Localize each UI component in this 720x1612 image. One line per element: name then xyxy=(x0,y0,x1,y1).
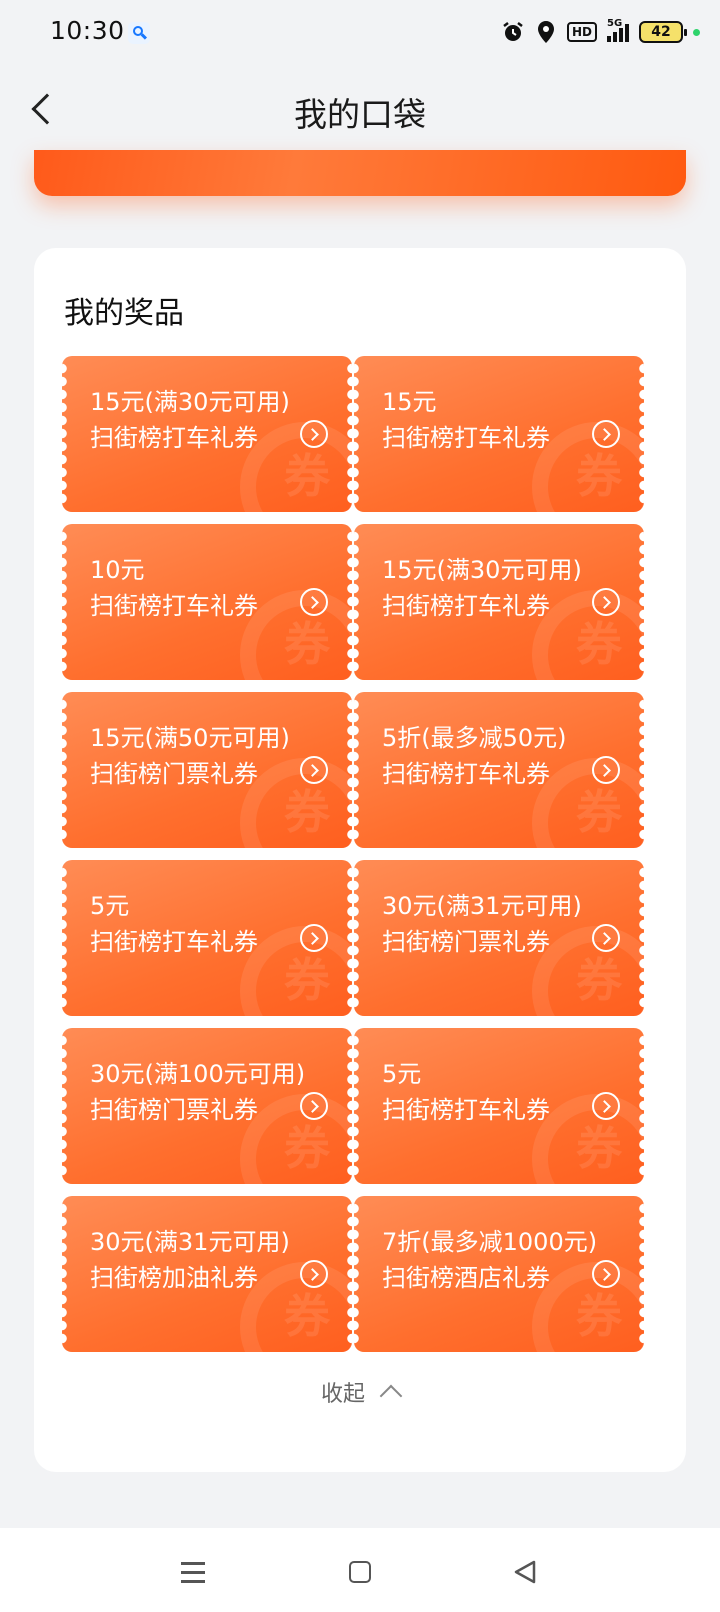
coupon-card[interactable]: 券 5元扫街榜打车礼券 xyxy=(62,860,352,1016)
arrow-right-circle-icon[interactable] xyxy=(300,924,328,952)
collapse-button[interactable]: 收起 xyxy=(34,1372,686,1412)
arrow-right-circle-icon[interactable] xyxy=(592,1092,620,1120)
coupon-name: 扫街榜打车礼券 xyxy=(382,424,550,452)
watermark-char: 券 xyxy=(284,449,330,503)
banner-card[interactable] xyxy=(34,150,686,196)
coupon-card[interactable]: 券 7折(最多减1000元) 扫街榜酒店礼券 xyxy=(354,1196,644,1352)
coupon-card[interactable]: 券 15元扫街榜打车礼券 xyxy=(354,356,644,512)
coupon-name: 扫街榜打车礼券 xyxy=(382,1096,550,1124)
arrow-right-circle-icon[interactable] xyxy=(300,756,328,784)
arrow-right-circle-icon[interactable] xyxy=(300,1260,328,1288)
coupon-name: 扫街榜酒店礼券 xyxy=(382,1264,550,1292)
back-triangle-icon[interactable] xyxy=(506,1552,546,1592)
coupon-name: 扫街榜打车礼券 xyxy=(90,592,258,620)
coupon-card[interactable]: 券 15元(满50元可用) 扫街榜门票礼券 xyxy=(62,692,352,848)
perforation xyxy=(62,698,67,842)
coupon-name: 扫街榜打车礼券 xyxy=(90,928,258,956)
coupon-card[interactable]: 券 5元扫街榜打车礼券 xyxy=(354,1028,644,1184)
menu-icon[interactable] xyxy=(174,1552,214,1592)
status-icons: HD 5G 42 xyxy=(501,16,700,48)
coupon-value: 5元 xyxy=(382,1060,422,1088)
perforation xyxy=(354,1202,359,1346)
coupon-value: 15元 xyxy=(382,388,437,416)
coupon-name: 扫街榜加油礼券 xyxy=(90,1264,258,1292)
coupon-value: 15元(满50元可用) xyxy=(90,724,290,752)
watermark-char: 券 xyxy=(576,1289,622,1343)
watermark-char: 券 xyxy=(576,617,622,671)
coupon-name: 扫街榜打车礼券 xyxy=(382,760,550,788)
coupon-value: 7折(最多减1000元) xyxy=(382,1228,598,1256)
perforation xyxy=(62,530,67,674)
collapse-label: 收起 xyxy=(320,1382,365,1407)
watermark-char: 券 xyxy=(576,953,622,1007)
watermark-char: 券 xyxy=(284,617,330,671)
coupon-card[interactable]: 券 30元(满31元可用) 扫街榜门票礼券 xyxy=(354,860,644,1016)
perforation xyxy=(354,698,359,842)
coupon-value: 15元(满30元可用) xyxy=(382,556,582,584)
coupon-card[interactable]: 券 10元扫街榜打车礼券 xyxy=(62,524,352,680)
perforation xyxy=(62,1202,67,1346)
alarm-icon xyxy=(501,20,525,44)
coupon-value: 15元(满30元可用) xyxy=(90,388,290,416)
indicator-dot xyxy=(693,28,700,36)
watermark-char: 券 xyxy=(576,785,622,839)
coupon-card[interactable]: 券 15元(满30元可用) 扫街榜打车礼券 xyxy=(354,524,644,680)
page-title: 我的口袋 xyxy=(294,95,426,134)
search-icon xyxy=(128,22,150,44)
arrow-right-circle-icon[interactable] xyxy=(300,420,328,448)
network-type: 5G xyxy=(607,18,623,29)
status-bar: 10:30 HD 5G 42 xyxy=(0,0,720,64)
arrow-right-circle-icon[interactable] xyxy=(592,420,620,448)
watermark-char: 券 xyxy=(284,1289,330,1343)
chevron-up-icon xyxy=(379,1384,403,1408)
watermark-char: 券 xyxy=(284,785,330,839)
perforation xyxy=(354,530,359,674)
perforation xyxy=(62,866,67,1010)
arrow-right-circle-icon[interactable] xyxy=(592,924,620,952)
coupon-value: 30元(满100元可用) xyxy=(90,1060,306,1088)
arrow-right-circle-icon[interactable] xyxy=(300,1092,328,1120)
coupon-name: 扫街榜门票礼券 xyxy=(90,1096,258,1124)
arrow-right-circle-icon[interactable] xyxy=(592,1260,620,1288)
perforation xyxy=(354,362,359,506)
coupon-value: 5元 xyxy=(90,892,130,920)
battery-icon: 42 xyxy=(639,21,687,43)
coupon-name: 扫街榜门票礼券 xyxy=(90,760,258,788)
hd-icon: HD xyxy=(566,22,597,42)
coupon-value: 5折(最多减50元) xyxy=(382,724,567,752)
location-icon xyxy=(535,20,557,44)
coupon-name: 扫街榜门票礼券 xyxy=(382,928,550,956)
home-icon[interactable] xyxy=(340,1552,380,1592)
perforation xyxy=(62,362,67,506)
watermark-char: 券 xyxy=(576,449,622,503)
coupon-card[interactable]: 券 5折(最多减50元) 扫街榜打车礼券 xyxy=(354,692,644,848)
coupon-card[interactable]: 券 30元(满100元可用) 扫街榜门票礼券 xyxy=(62,1028,352,1184)
perforation xyxy=(354,866,359,1010)
signal-icon: 5G xyxy=(607,18,629,42)
perforation xyxy=(62,1034,67,1178)
watermark-char: 券 xyxy=(284,953,330,1007)
nav-bar: 我的口袋 xyxy=(0,64,720,156)
coupon-card[interactable]: 券 30元(满31元可用) 扫街榜加油礼券 xyxy=(62,1196,352,1352)
perforation xyxy=(354,1034,359,1178)
coupon-card[interactable]: 券 15元(满30元可用) 扫街榜打车礼券 xyxy=(62,356,352,512)
prize-card: 我的奖品 券 15元(满30元可用) 扫街榜打车礼券券 15元 扫街榜打车礼券券 10元扫… xyxy=(34,248,686,1472)
arrow-right-circle-icon[interactable] xyxy=(592,756,620,784)
coupon-value: 30元(满31元可用) xyxy=(382,892,582,920)
coupon-name: 扫街榜打车礼券 xyxy=(382,592,550,620)
watermark-char: 券 xyxy=(284,1121,330,1175)
status-time: 10:30 xyxy=(50,16,125,45)
coupon-value: 30元(满31元可用) xyxy=(90,1228,290,1256)
watermark-char: 券 xyxy=(576,1121,622,1175)
arrow-right-circle-icon[interactable] xyxy=(592,588,620,616)
coupon-name: 扫街榜打车礼券 xyxy=(90,424,258,452)
system-nav-bar xyxy=(0,1528,720,1612)
arrow-right-circle-icon[interactable] xyxy=(300,588,328,616)
coupon-value: 10元 xyxy=(90,556,145,584)
section-title: 我的奖品 xyxy=(64,296,184,331)
